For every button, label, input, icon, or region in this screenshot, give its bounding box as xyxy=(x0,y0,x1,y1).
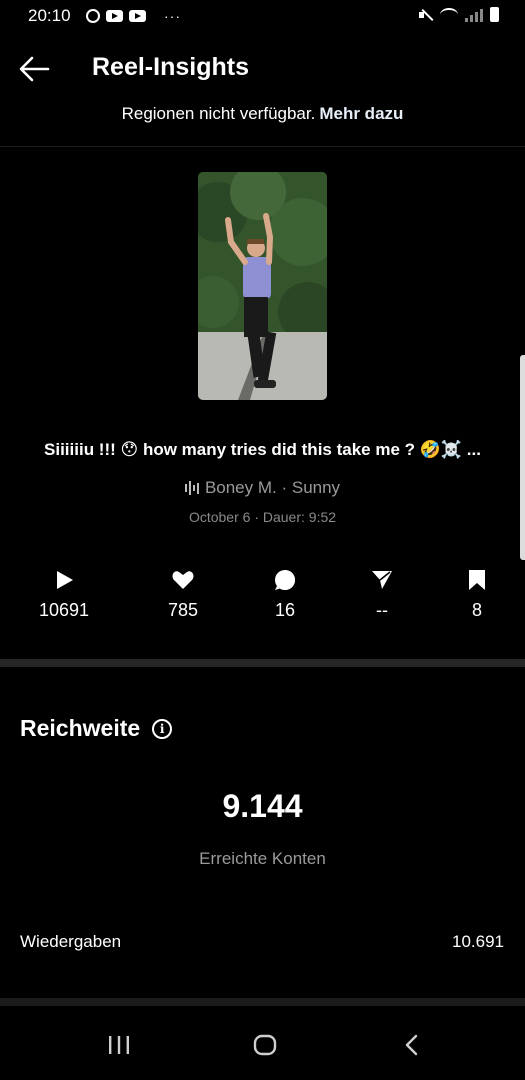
engagement-stats: 10691 785 16 -- 8 xyxy=(0,568,525,628)
reel-thumbnail-image xyxy=(198,172,327,400)
arrow-left-icon[interactable] xyxy=(18,54,50,84)
reel-caption: Siiiiiiu !!! 😯 how many tries did this t… xyxy=(44,440,481,459)
stat-value: 785 xyxy=(167,600,199,620)
audio-track-label: Boney M. · Sunny xyxy=(204,478,341,497)
recent-apps-icon[interactable] xyxy=(104,1034,134,1056)
section-divider xyxy=(0,659,525,667)
stat-likes: 785 xyxy=(138,568,228,621)
page-title: Reel-Insights xyxy=(92,53,249,81)
audio-track[interactable]: Boney M. · Sunny xyxy=(0,478,525,498)
plays-value: 10.691 xyxy=(452,932,504,951)
stat-value: 10691 xyxy=(38,600,90,620)
accounts-reached-label: Erreichte Konten xyxy=(199,849,326,868)
stat-value: -- xyxy=(376,600,388,620)
audio-waveform-icon xyxy=(184,480,199,496)
system-nav-bar xyxy=(0,1006,525,1080)
signal-icon xyxy=(465,8,483,22)
share-icon xyxy=(372,571,392,589)
stat-shares: -- xyxy=(337,568,427,621)
stat-saves: 8 xyxy=(432,568,522,621)
comment-icon xyxy=(275,570,295,590)
stat-plays: 10691 xyxy=(19,568,109,621)
plays-label: Wiedergaben xyxy=(20,932,122,951)
status-bar: 20:10 ··· xyxy=(0,0,525,34)
reach-title: Reichweite xyxy=(20,715,141,741)
system-icons xyxy=(419,7,499,22)
mute-icon xyxy=(419,8,433,22)
region-notice-text: Regionen nicht verfügbar. xyxy=(121,104,316,123)
accounts-reached-value: 9.144 xyxy=(222,788,303,824)
sync-icon xyxy=(86,9,100,23)
more-notifications-icon: ··· xyxy=(164,8,181,24)
bookmark-icon xyxy=(469,570,485,590)
header: Reel-Insights xyxy=(0,34,525,104)
reel-thumbnail[interactable] xyxy=(198,172,327,400)
back-nav-icon[interactable] xyxy=(396,1034,426,1056)
heart-icon xyxy=(172,571,194,589)
home-icon[interactable] xyxy=(250,1034,280,1056)
wifi-icon xyxy=(440,8,458,22)
notification-icons: ··· xyxy=(86,8,181,24)
region-notice: Regionen nicht verfügbar. Mehr dazu xyxy=(0,104,525,124)
reel-meta: October 6 · Dauer: 9:52 xyxy=(188,509,337,525)
info-icon[interactable]: i xyxy=(152,718,173,739)
divider xyxy=(0,146,525,147)
stat-value: 16 xyxy=(274,600,296,620)
reach-section-title: Reichweite i xyxy=(20,715,173,742)
stat-comments: 16 xyxy=(240,568,330,621)
play-icon xyxy=(57,571,73,589)
scrollbar-handle[interactable] xyxy=(520,355,525,560)
section-divider xyxy=(0,998,525,1006)
youtube-icon xyxy=(106,10,123,22)
youtube-icon xyxy=(129,10,146,22)
status-time: 20:10 xyxy=(28,6,71,25)
stat-value: 8 xyxy=(471,600,482,620)
learn-more-link[interactable]: Mehr dazu xyxy=(319,104,403,123)
battery-icon xyxy=(490,7,499,22)
